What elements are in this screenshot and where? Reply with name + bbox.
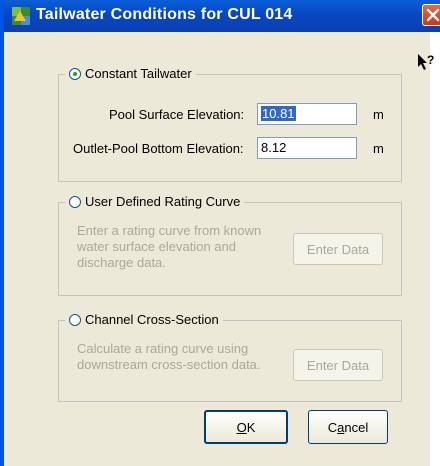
constant-tailwater-option[interactable]: Constant Tailwater <box>65 66 196 81</box>
channel-section-description: Calculate a rating curve using downstrea… <box>77 341 261 372</box>
cancel-label: Cancel <box>327 419 369 435</box>
title-bar: Tailwater Conditions for CUL 014 <box>4 0 440 32</box>
context-help-icon[interactable]: ? <box>416 52 436 75</box>
rating-enter-data-button[interactable]: Enter Data <box>293 233 383 265</box>
outlet-bottom-label: Outlet-Pool Bottom Elevation: <box>73 141 244 156</box>
channel-enter-data-button[interactable]: Enter Data <box>293 349 383 381</box>
constant-tailwater-radio[interactable] <box>69 67 81 80</box>
channel-section-option[interactable]: Channel Cross-Section <box>65 312 223 327</box>
app-icon <box>12 7 30 25</box>
outlet-bottom-value: 8.12 <box>261 140 287 155</box>
svg-text:?: ? <box>427 53 434 67</box>
channel-section-radio[interactable] <box>69 313 81 326</box>
pool-surface-label: Pool Surface Elevation: <box>109 107 245 122</box>
ok-button[interactable]: OK <box>204 410 288 444</box>
channel-section-group: Channel Cross-Section Calculate a rating… <box>58 312 402 402</box>
constant-tailwater-group: Constant Tailwater Pool Surface Elevatio… <box>58 66 402 182</box>
rating-curve-radio[interactable] <box>69 195 81 208</box>
rating-curve-group: User Defined Rating Curve Enter a rating… <box>58 194 402 296</box>
tailwater-dialog: Tailwater Conditions for CUL 014 ? Const… <box>0 0 440 466</box>
pool-surface-unit: m <box>373 107 384 122</box>
constant-tailwater-label: Constant Tailwater <box>85 66 192 81</box>
rating-enter-data-label: Enter Data <box>306 241 370 257</box>
outlet-bottom-unit: m <box>373 141 384 156</box>
outlet-bottom-input[interactable]: 8.12 <box>257 137 357 159</box>
rating-curve-option[interactable]: User Defined Rating Curve <box>65 194 245 209</box>
window-title: Tailwater Conditions for CUL 014 <box>36 6 293 23</box>
close-icon <box>426 8 440 22</box>
ok-label: OK <box>236 419 256 435</box>
channel-section-label: Channel Cross-Section <box>85 312 219 327</box>
cancel-button[interactable]: Cancel <box>308 410 388 444</box>
pool-surface-input[interactable]: 10.81 <box>257 103 357 125</box>
channel-enter-data-label: Enter Data <box>306 357 370 373</box>
rating-curve-label: User Defined Rating Curve <box>85 194 241 209</box>
pool-surface-value: 10.81 <box>261 106 296 121</box>
rating-curve-description: Enter a rating curve from known water su… <box>77 223 262 270</box>
close-button[interactable] <box>422 4 440 26</box>
